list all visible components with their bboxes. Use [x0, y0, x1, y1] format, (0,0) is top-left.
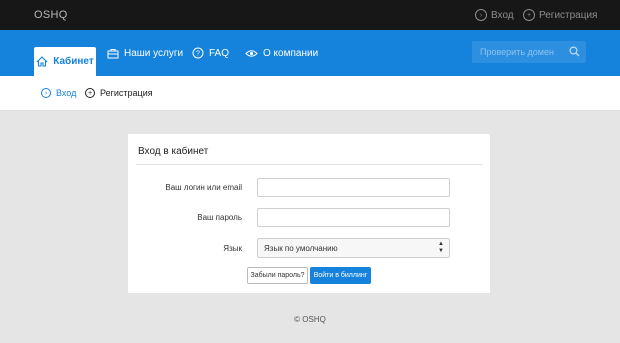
- language-select-value: Язык по умолчанию: [264, 244, 338, 253]
- divider: [136, 164, 482, 165]
- nav-item-services[interactable]: Наши услуги: [107, 30, 183, 76]
- question-circle-icon: ?: [192, 47, 204, 59]
- arrow-right-circle-icon: ›: [475, 9, 487, 21]
- plus-circle-icon: +: [85, 88, 95, 98]
- domain-search-input[interactable]: Проверить домен: [472, 41, 586, 63]
- sub-nav: › Вход + Регистрация: [0, 76, 620, 111]
- top-register-label: Регистрация: [539, 9, 598, 21]
- svg-text:?: ?: [196, 51, 200, 58]
- subnav-register-link[interactable]: + Регистрация: [85, 88, 153, 98]
- select-arrows-icon: ▲ ▼: [438, 241, 444, 254]
- eye-icon: [245, 49, 258, 57]
- nav-item-label: Наши услуги: [124, 47, 184, 59]
- language-select[interactable]: Язык по умолчанию ▲ ▼: [257, 238, 450, 258]
- top-login-link[interactable]: › Вход: [475, 9, 514, 21]
- forgot-password-button[interactable]: Забыли пароль?: [247, 267, 308, 284]
- login-submit-button[interactable]: Войти в биллинг: [310, 267, 371, 284]
- nav-item-about[interactable]: О компании: [245, 30, 318, 76]
- footer-copyright: © OSHQ: [294, 315, 326, 324]
- subnav-register-label: Регистрация: [100, 88, 153, 98]
- plus-circle-icon: +: [523, 9, 535, 21]
- arrow-right-circle-icon: ›: [41, 88, 51, 98]
- login-title: Вход в кабинет: [138, 146, 209, 157]
- top-bar: OSHQ › Вход + Регистрация: [0, 0, 620, 30]
- search-icon[interactable]: [569, 46, 580, 57]
- login-field-label: Ваш логин или email: [165, 183, 242, 192]
- nav-item-cabinet[interactable]: Кабинет: [34, 47, 96, 76]
- nav-item-faq[interactable]: ? FAQ: [192, 30, 229, 76]
- nav-item-label: Кабинет: [53, 56, 94, 67]
- password-input[interactable]: [257, 208, 450, 227]
- nav-item-label: FAQ: [209, 47, 230, 59]
- top-register-link[interactable]: + Регистрация: [523, 9, 597, 21]
- top-login-label: Вход: [491, 9, 514, 21]
- login-card: Вход в кабинет Ваш логин или email Ваш п…: [128, 134, 490, 293]
- login-input[interactable]: [257, 178, 450, 197]
- briefcase-icon: [107, 48, 119, 58]
- subnav-login-label: Вход: [56, 88, 77, 98]
- password-field-label: Ваш пароль: [197, 213, 242, 222]
- brand-logo[interactable]: OSHQ: [34, 9, 68, 21]
- nav-item-label: О компании: [263, 47, 319, 59]
- subnav-login-link[interactable]: › Вход: [41, 88, 76, 98]
- search-placeholder: Проверить домен: [480, 47, 554, 57]
- language-field-label: Язык: [223, 244, 242, 253]
- home-icon: [36, 56, 48, 67]
